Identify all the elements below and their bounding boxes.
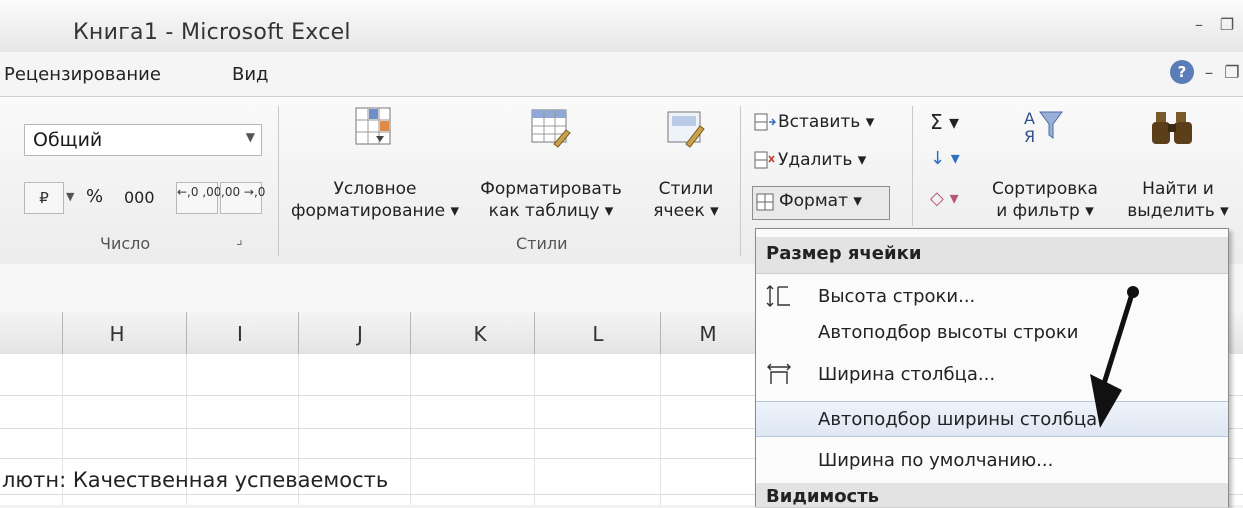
column-separator: [62, 312, 63, 354]
menu-item-row-height[interactable]: Высота строки...: [756, 279, 1228, 313]
cell-styles-button[interactable]: Стили ячеек ▾: [646, 178, 726, 222]
menu-section-title: Видимость: [766, 486, 880, 507]
binoculars-icon: [1152, 112, 1192, 144]
decrease-decimal-button[interactable]: ,00 →,0: [220, 182, 266, 214]
group-separator: [912, 106, 913, 226]
increase-decimal-icon: ←,0 ,00: [177, 185, 222, 199]
delete-cells-button[interactable]: Удалить ▾: [778, 150, 866, 170]
cell-styles-label-1: Стили: [658, 179, 714, 199]
cell-content[interactable]: лютн: Качественная успеваемость: [2, 468, 388, 492]
ribbon-tabs: [0, 52, 1243, 96]
sort-filter-label-2: и фильтр ▾: [996, 201, 1094, 221]
menu-section-visibility: Видимость: [756, 483, 1228, 508]
window-title: Книга1 - Microsoft Excel: [73, 20, 351, 45]
column-separator: [660, 312, 661, 354]
conditional-formatting-button[interactable]: Условное форматирование ▾: [290, 178, 460, 222]
format-as-table-label-1: Форматировать: [480, 179, 622, 199]
insert-cells-button[interactable]: Вставить ▾: [778, 112, 874, 132]
fill-button[interactable]: ↓ ▾: [930, 148, 960, 169]
format-cells-label: Формат ▾: [779, 191, 862, 211]
sort-filter-label-1: Сортировка: [992, 179, 1098, 199]
format-as-table-label-2: как таблицу ▾: [488, 201, 614, 221]
format-as-table-button[interactable]: Форматировать как таблицу ▾: [476, 178, 626, 222]
find-select-label-1: Найти и: [1142, 179, 1214, 199]
delete-cells-icon: [754, 151, 775, 169]
percent-button[interactable]: %: [86, 186, 103, 207]
sort-filter-button[interactable]: Сортировка и фильтр ▾: [990, 178, 1100, 222]
group-separator: [278, 106, 279, 256]
tab-review[interactable]: Рецензирование: [4, 64, 161, 85]
column-header-j[interactable]: J: [340, 322, 380, 346]
row-height-icon: [766, 285, 790, 307]
format-cells-icon: [756, 193, 774, 211]
grid-col-line: [534, 354, 535, 505]
increase-decimal-button[interactable]: ←,0 ,00: [176, 182, 222, 214]
menu-section-cell-size: Размер ячейки: [756, 237, 1228, 274]
group-separator: [740, 106, 741, 256]
menu-item-label: Автоподбор высоты строки: [818, 322, 1079, 343]
column-header-i[interactable]: I: [220, 322, 260, 346]
group-label-number: Число: [100, 234, 151, 253]
ribbon-minimize-button[interactable]: –: [1198, 62, 1220, 84]
menu-item-label: Автоподбор ширины столбца: [818, 409, 1098, 430]
find-select-button[interactable]: Найти и выделить ▾: [1118, 178, 1238, 222]
svg-text:А: А: [1024, 109, 1035, 128]
help-icon[interactable]: ?: [1170, 60, 1194, 84]
tab-view[interactable]: Вид: [232, 64, 269, 85]
grid-col-line: [410, 354, 411, 505]
number-format-value: Общий: [33, 129, 103, 151]
currency-format-button[interactable]: ₽: [24, 182, 64, 214]
conditional-formatting-label-2: форматирование ▾: [290, 201, 460, 221]
find-select-label-2: выделить ▾: [1127, 201, 1229, 221]
menu-item-default-width[interactable]: Ширина по умолчанию...: [756, 443, 1228, 477]
autosum-button[interactable]: Σ ▾: [930, 110, 959, 134]
conditional-formatting-label-1: Условное: [333, 179, 417, 199]
sort-filter-icon: А Я: [1024, 109, 1063, 146]
column-separator: [298, 312, 299, 354]
menu-item-label: Высота строки...: [818, 286, 976, 307]
menu-item-label: Ширина столбца...: [818, 364, 996, 385]
insert-cells-icon: [754, 113, 776, 131]
menu-item-column-width[interactable]: Ширина столбца...: [756, 357, 1228, 391]
format-cells-button[interactable]: Формат ▾: [752, 186, 890, 220]
cell-styles-icon: [667, 111, 705, 148]
restore-button[interactable]: ❐: [1216, 14, 1238, 36]
thousands-separator-button[interactable]: 000: [124, 188, 155, 207]
minimize-button[interactable]: –: [1188, 14, 1210, 36]
column-header-m[interactable]: M: [688, 322, 728, 346]
menu-item-autofit-row-height[interactable]: Автоподбор высоты строки: [756, 315, 1228, 349]
column-separator: [410, 312, 411, 354]
group-label-styles: Стили: [516, 234, 568, 253]
currency-icon: ₽: [39, 189, 49, 207]
decrease-decimal-icon: ,00 →,0: [221, 185, 266, 199]
column-header-l[interactable]: L: [578, 322, 618, 346]
grid-col-line: [660, 354, 661, 505]
column-header-h[interactable]: H: [97, 322, 137, 346]
menu-item-autofit-column-width[interactable]: Автоподбор ширины столбца: [756, 401, 1228, 437]
cell-styles-label-2: ячеек ▾: [653, 201, 719, 221]
number-format-combo[interactable]: Общий ▼: [24, 124, 262, 156]
chevron-down-icon: ▼: [66, 190, 75, 203]
menu-item-label: Ширина по умолчанию...: [818, 450, 1054, 471]
ribbon-restore-button[interactable]: ❐: [1221, 62, 1243, 84]
column-header-k[interactable]: K: [460, 322, 500, 346]
column-separator: [534, 312, 535, 354]
column-width-icon: [767, 363, 791, 384]
chevron-down-icon: ▼: [245, 130, 255, 144]
format-dropdown-menu: Размер ячейки Высота строки... Автоподбо…: [755, 228, 1229, 508]
clear-button[interactable]: ◇ ▾: [930, 188, 959, 209]
conditional-formatting-icon: [355, 107, 391, 145]
svg-text:Я: Я: [1024, 127, 1035, 146]
dialog-launcher-icon[interactable]: ⌟: [236, 232, 243, 248]
column-separator: [186, 312, 187, 354]
format-as-table-icon: [531, 109, 571, 148]
annotation-arrow-icon: [1090, 286, 1139, 428]
menu-section-title: Размер ячейки: [766, 243, 922, 264]
